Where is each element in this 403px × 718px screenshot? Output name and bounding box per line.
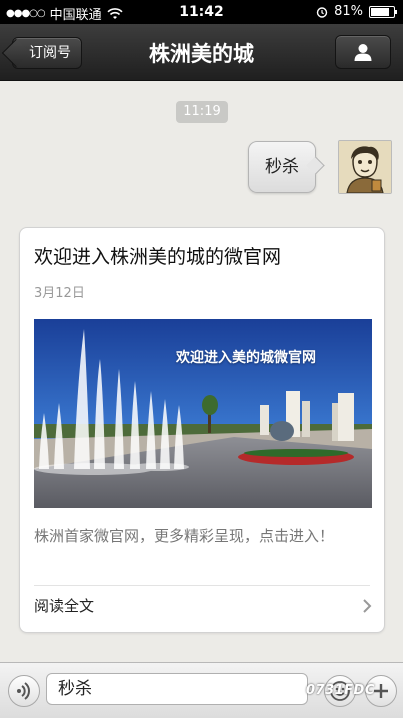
card-divider [34,585,370,586]
article-description: 株洲首家微官网，更多精彩呈现，点击进入！ [34,527,335,545]
sent-message-bubble[interactable]: 秒杀 [248,141,316,193]
timestamp-pill: 11:19 [176,101,228,123]
battery-icon [369,5,397,18]
article-date: 3月12日 [34,286,85,301]
article-card[interactable]: 欢迎进入株洲美的城的微官网 3月12日 欢迎进入美的城微官网 株洲首家微官网，更… [19,227,385,633]
voice-button[interactable] [8,675,40,707]
status-bar: ●●●○○ 中国联通 11:42 81% [0,0,403,24]
battery-percent: 81% [334,4,363,19]
chat-area: 11:19 秒杀 欢迎进入株洲美的城的微官网 3月12日 欢迎进入美的城微官网 … [0,81,403,662]
nav-bar: 订阅号 株洲美的城 [0,24,403,81]
voice-icon [17,682,30,700]
watermark: 0731FDC [306,683,375,698]
avatar-sketch [339,141,391,193]
person-icon [354,44,372,61]
alarm-icon [316,6,328,18]
article-cover-image: 欢迎进入美的城微官网 [34,319,372,508]
profile-button[interactable] [335,35,391,69]
article-title: 欢迎进入株洲美的城的微官网 [34,246,282,268]
status-right: 81% [316,4,397,19]
read-more-link[interactable]: 阅读全文 [34,595,94,616]
message-input[interactable]: 秒杀 [46,673,308,705]
chevron-right-icon [363,599,372,613]
avatar[interactable] [338,140,392,194]
image-caption: 欢迎进入美的城微官网 [176,350,316,366]
